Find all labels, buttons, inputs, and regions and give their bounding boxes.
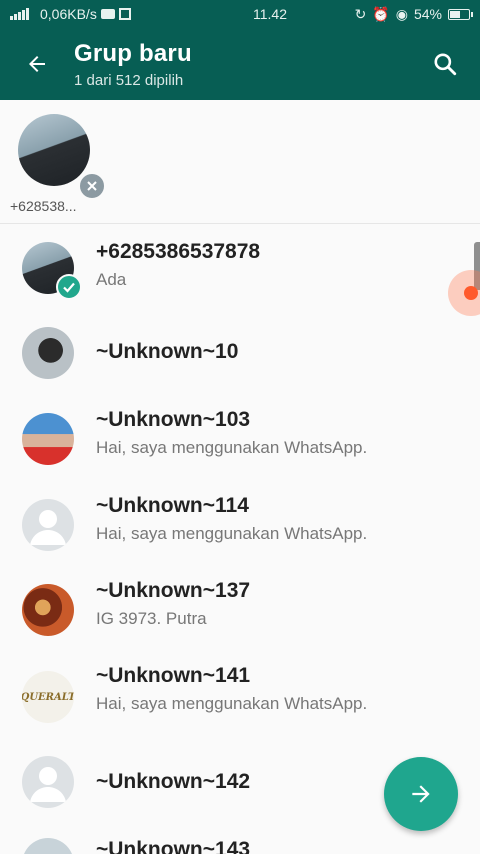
app-bar: Grup baru 1 dari 512 dipilih bbox=[0, 28, 480, 100]
avatar: QUERALT bbox=[22, 671, 74, 723]
search-button[interactable] bbox=[410, 28, 480, 100]
contact-name: ~Unknown~10 bbox=[96, 340, 239, 363]
contact-name: ~Unknown~137 bbox=[96, 579, 251, 602]
app-bar-titles: Grup baru 1 dari 512 dipilih bbox=[74, 40, 410, 89]
close-icon bbox=[87, 181, 97, 191]
selected-check-badge bbox=[56, 274, 82, 300]
avatar bbox=[22, 838, 74, 854]
contact-list: +6285386537878 Ada ~Unknown~10 ~Unknown~… bbox=[0, 226, 480, 822]
eye-icon: ◉ bbox=[395, 5, 408, 22]
battery-icon bbox=[448, 8, 473, 20]
contact-status: Ada bbox=[96, 270, 127, 289]
status-right: ↻ ⏰ ◉ 54% bbox=[330, 5, 473, 23]
avatar bbox=[22, 583, 74, 636]
battery-percent: 54% bbox=[413, 6, 442, 22]
list-item[interactable]: ~Unknown~10 bbox=[0, 310, 480, 396]
default-avatar-icon bbox=[30, 767, 66, 802]
list-item[interactable]: ~Unknown~137 IG 3973. Putra bbox=[0, 567, 480, 652]
status-time: 11.42 bbox=[253, 6, 287, 22]
selected-contacts-strip: +628538... bbox=[0, 100, 480, 224]
arrow-left-icon bbox=[29, 56, 45, 72]
page-title: Grup baru bbox=[74, 39, 192, 67]
avatar-logo-text: QUERALT bbox=[22, 691, 74, 703]
contact-name: ~Unknown~114 bbox=[96, 494, 249, 517]
contact-name: ~Unknown~103 bbox=[96, 408, 251, 431]
remove-selected-button[interactable] bbox=[78, 172, 106, 200]
contact-name: ~Unknown~141 bbox=[96, 664, 251, 687]
contact-status: Hai, saya menggunakan WhatsApp. bbox=[96, 524, 368, 543]
list-item[interactable]: +6285386537878 Ada bbox=[0, 226, 480, 310]
sync-icon: ↻ bbox=[354, 5, 367, 22]
check-icon bbox=[63, 282, 75, 293]
selection-count: 1 dari 512 dipilih bbox=[74, 71, 184, 89]
avatar bbox=[22, 756, 74, 808]
list-item[interactable]: QUERALT ~Unknown~141 Hai, saya menggunak… bbox=[0, 652, 480, 742]
default-avatar-icon bbox=[30, 509, 66, 545]
avatar bbox=[22, 498, 74, 551]
back-button[interactable] bbox=[0, 28, 74, 100]
arrow-right-icon bbox=[412, 785, 430, 803]
contact-status: Hai, saya menggunakan WhatsApp. bbox=[96, 694, 368, 713]
status-left: 0,06KB/s bbox=[10, 6, 200, 22]
download-icon bbox=[118, 8, 131, 20]
contact-name: ~Unknown~143 bbox=[96, 838, 251, 854]
network-speed: 0,06KB/s bbox=[40, 6, 97, 22]
list-item[interactable]: ~Unknown~143 bbox=[0, 832, 480, 854]
avatar bbox=[22, 413, 74, 465]
contact-status: IG 3973. Putra bbox=[96, 609, 207, 628]
next-button[interactable] bbox=[384, 757, 458, 831]
avatar bbox=[18, 114, 90, 186]
list-item[interactable]: ~Unknown~103 Hai, saya menggunakan Whats… bbox=[0, 396, 480, 482]
status-bar: 0,06KB/s 11.42 ↻ ⏰ ◉ 54% bbox=[0, 0, 480, 28]
search-icon bbox=[434, 53, 457, 76]
contact-name: +6285386537878 bbox=[96, 240, 261, 263]
avatar bbox=[22, 327, 74, 379]
alarm-icon: ⏰ bbox=[372, 5, 390, 22]
signal-icon bbox=[10, 8, 29, 20]
contact-status: Hai, saya menggunakan WhatsApp. bbox=[96, 438, 368, 457]
selected-contact-name: +628538... bbox=[10, 198, 77, 214]
video-icon bbox=[100, 9, 115, 19]
list-item[interactable]: ~Unknown~114 Hai, saya menggunakan Whats… bbox=[0, 482, 480, 567]
selected-contact-chip[interactable]: +628538... bbox=[10, 114, 106, 214]
